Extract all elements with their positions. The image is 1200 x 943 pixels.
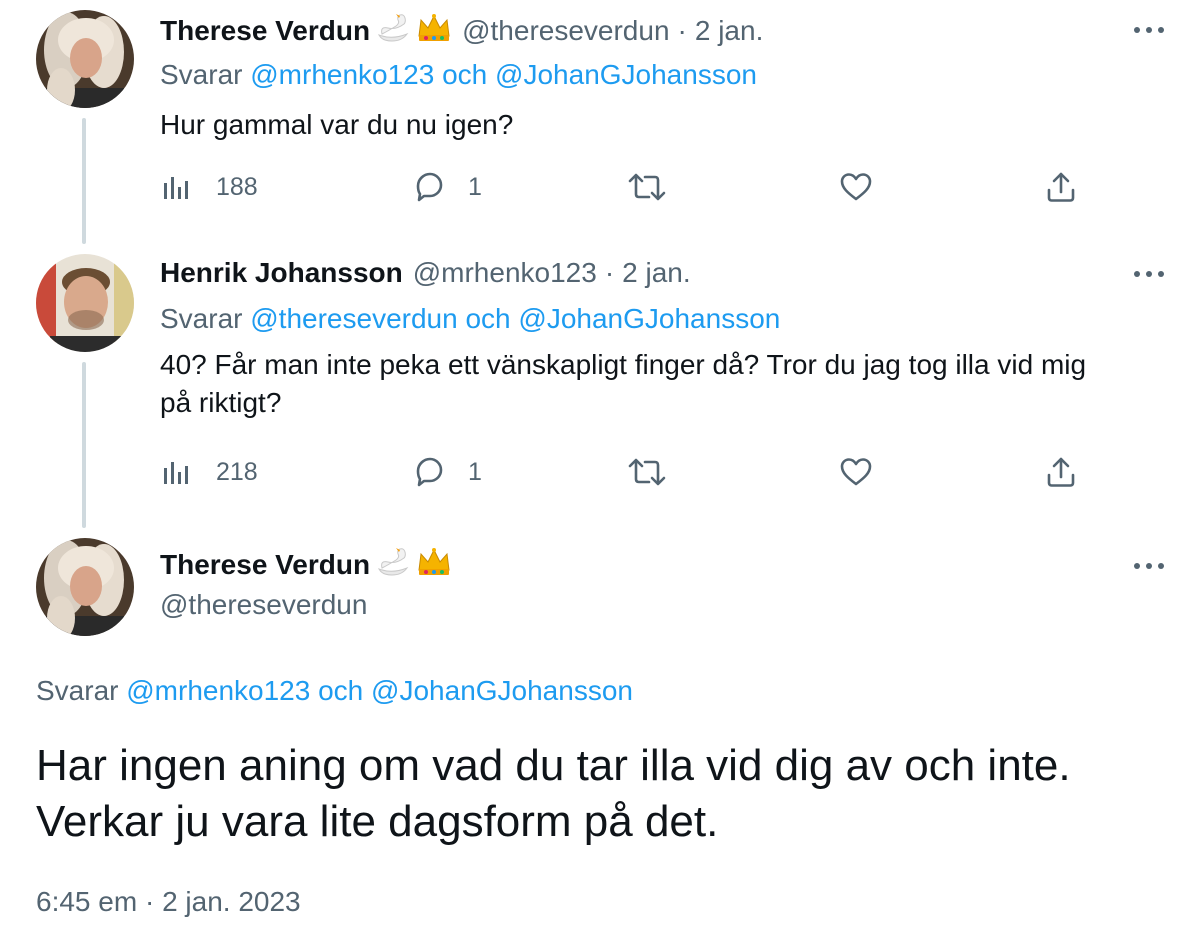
heart-icon xyxy=(840,458,872,486)
reply-and: och xyxy=(465,303,511,334)
dot xyxy=(1146,563,1152,569)
mention-link[interactable]: @JohanGJohansson xyxy=(495,59,757,90)
reply-prefix: Svarar xyxy=(36,675,119,706)
share-button[interactable] xyxy=(1044,452,1078,492)
tweet-date[interactable]: 2 jan. xyxy=(695,14,764,48)
views-button[interactable]: 218 xyxy=(160,452,258,492)
reply-count: 1 xyxy=(468,457,482,486)
views-count: 218 xyxy=(216,457,258,486)
tweet-text: 40? Får man inte peka ett vänskapligt fi… xyxy=(160,346,1170,422)
share-icon xyxy=(1047,457,1075,487)
separator: · xyxy=(144,886,155,917)
replying-to: Svarar @thereseverdun och @JohanGJohanss… xyxy=(160,302,780,336)
author-name[interactable]: Therese Verdun xyxy=(160,14,370,48)
tweet-actions: 218 1 xyxy=(160,452,1090,492)
dot xyxy=(1158,563,1164,569)
reply-button[interactable]: 1 xyxy=(412,452,482,492)
share-button[interactable] xyxy=(1044,167,1078,207)
separator: · xyxy=(677,15,687,46)
retweet-button[interactable] xyxy=(627,167,667,207)
reply-icon xyxy=(416,172,443,202)
like-button[interactable] xyxy=(838,452,874,492)
reply-count: 1 xyxy=(468,172,482,201)
replying-to: Svarar @mrhenko123 och @JohanGJohansson xyxy=(36,674,633,708)
tweet-timestamp[interactable]: 6:45 em · 2 jan. 2023 xyxy=(36,884,301,920)
thread-line xyxy=(82,362,86,528)
views-count: 188 xyxy=(216,172,258,201)
avatar[interactable] xyxy=(36,254,134,352)
more-options-button[interactable] xyxy=(1134,20,1164,40)
tweet-text-line: på riktigt? xyxy=(160,387,282,418)
reply-button[interactable]: 1 xyxy=(412,167,482,207)
tweet-time: 6:45 em xyxy=(36,886,138,917)
mention-link[interactable]: @JohanGJohansson xyxy=(518,303,780,334)
tweet-header: Therese Verdun xyxy=(160,546,452,584)
dot xyxy=(1146,271,1152,277)
retweet-icon xyxy=(628,173,666,201)
views-icon xyxy=(164,177,188,199)
retweet-button[interactable] xyxy=(627,452,667,492)
views-icon xyxy=(164,462,188,484)
main-tweet-text: Har ingen aning om vad du tar illa vid d… xyxy=(36,738,1176,850)
author-name[interactable]: Henrik Johansson xyxy=(160,256,403,290)
reply-and: och xyxy=(442,59,488,90)
reply-prefix: Svarar xyxy=(160,303,243,334)
tweet-header: Henrik Johansson @mrhenko123 · 2 jan. xyxy=(160,256,691,290)
crown-emoji-icon xyxy=(416,12,452,50)
tweet-full-date: 2 jan. 2023 xyxy=(162,886,301,917)
reply-icon xyxy=(416,457,443,487)
author-handle[interactable]: @thereseverdun xyxy=(160,588,367,622)
reply-prefix: Svarar xyxy=(160,59,243,90)
dot xyxy=(1134,271,1140,277)
author-handle[interactable]: @mrhenko123 xyxy=(413,256,597,290)
tweet-text: Hur gammal var du nu igen? xyxy=(160,109,514,140)
dot xyxy=(1158,271,1164,277)
author-handle[interactable]: @thereseverdun xyxy=(462,14,669,48)
mention-link[interactable]: @thereseverdun xyxy=(250,303,457,334)
replying-to: Svarar @mrhenko123 och @JohanGJohansson xyxy=(160,58,757,92)
mention-link[interactable]: @mrhenko123 xyxy=(250,59,434,90)
reply-and: och xyxy=(318,675,364,706)
crown-emoji-icon xyxy=(416,546,452,584)
main-tweet-text-line: Verkar ju vara lite dagsform på det. xyxy=(36,797,719,846)
separator: · xyxy=(604,257,615,288)
author-handle-row: @thereseverdun xyxy=(160,588,367,622)
tweet-date[interactable]: 2 jan. xyxy=(622,256,691,290)
mention-link[interactable]: @mrhenko123 xyxy=(126,675,310,706)
views-button[interactable]: 188 xyxy=(160,167,258,207)
swan-emoji-icon xyxy=(376,12,410,50)
avatar[interactable] xyxy=(36,538,134,636)
more-options-button[interactable] xyxy=(1134,264,1164,284)
dot xyxy=(1134,563,1140,569)
more-options-button[interactable] xyxy=(1134,556,1164,576)
like-button[interactable] xyxy=(838,167,874,207)
author-name[interactable]: Therese Verdun xyxy=(160,548,370,582)
dot xyxy=(1158,27,1164,33)
tweet-text-line: 40? Får man inte peka ett vänskapligt fi… xyxy=(160,349,1087,380)
thread-line xyxy=(82,118,86,244)
heart-icon xyxy=(840,173,872,201)
retweet-icon xyxy=(628,458,666,486)
tweet-actions: 188 1 xyxy=(160,167,1090,207)
main-tweet-text-line: Har ingen aning om vad du tar illa vid d… xyxy=(36,741,1071,790)
dot xyxy=(1146,27,1152,33)
dot xyxy=(1134,27,1140,33)
mention-link[interactable]: @JohanGJohansson xyxy=(371,675,633,706)
tweet-header: Therese Verdun @thereseverdun · 2 jan. xyxy=(160,12,763,50)
swan-emoji-icon xyxy=(376,546,410,584)
share-icon xyxy=(1047,172,1075,202)
avatar[interactable] xyxy=(36,10,134,108)
